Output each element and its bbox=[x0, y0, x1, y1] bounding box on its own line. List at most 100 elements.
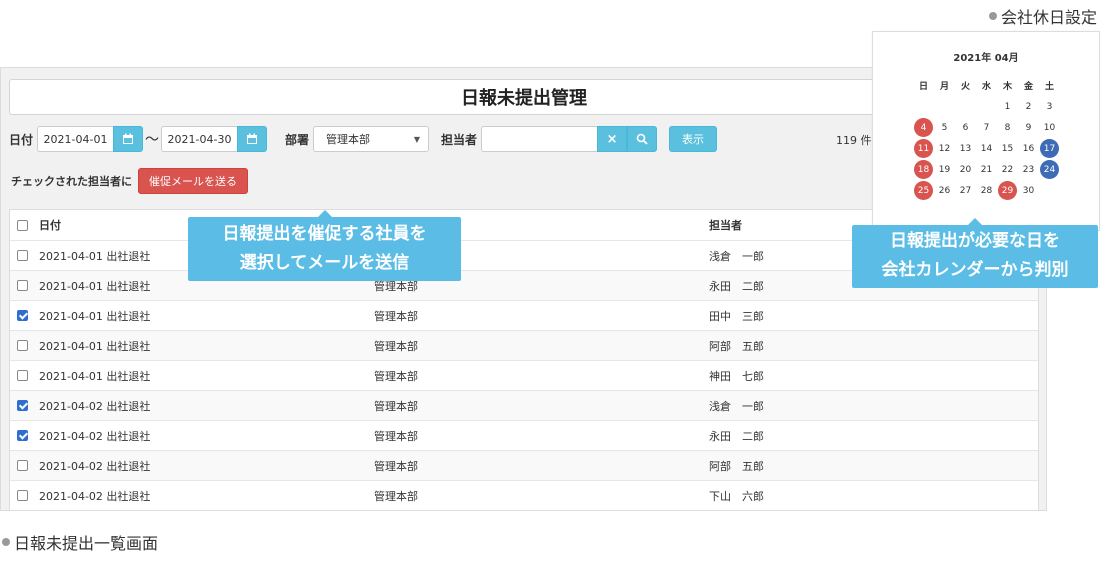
row-person: 永田 二郎 bbox=[709, 429, 764, 443]
row-dept: 管理本部 bbox=[374, 369, 418, 383]
search-button[interactable] bbox=[627, 126, 658, 152]
select-callout-line1: 日報提出を催促する社員を bbox=[222, 224, 427, 244]
calendar-day[interactable]: 25 bbox=[914, 181, 933, 200]
show-button[interactable]: 表示 bbox=[669, 126, 718, 152]
calendar-day[interactable]: 17 bbox=[1040, 139, 1059, 158]
calendar-day bbox=[934, 96, 955, 117]
calendar-day[interactable]: 18 bbox=[914, 160, 933, 179]
header-person: 担当者 bbox=[709, 219, 742, 232]
table-row[interactable]: 2021-04-02 出社退社 管理本部 永田 二郎 bbox=[10, 420, 1038, 450]
calendar-day[interactable]: 6 bbox=[955, 117, 976, 138]
calendar-day[interactable]: 5 bbox=[934, 117, 955, 138]
calendar-day[interactable]: 14 bbox=[976, 138, 997, 159]
calendar-day[interactable]: 8 bbox=[997, 117, 1018, 138]
date-to-calendar-button[interactable] bbox=[237, 126, 268, 152]
table-row[interactable]: 2021-04-02 出社退社 管理本部 阿部 五郎 bbox=[10, 450, 1038, 480]
row-person: 神田 七郎 bbox=[709, 369, 764, 383]
row-checkbox[interactable] bbox=[17, 400, 28, 411]
row-date: 2021-04-02 出社退社 bbox=[39, 459, 151, 473]
select-callout: 日報提出を催促する社員を 選択してメールを送信 bbox=[188, 210, 461, 281]
calendar-day[interactable]: 19 bbox=[934, 159, 955, 180]
calendar-day[interactable]: 30 bbox=[1018, 180, 1039, 201]
checked-persons-label: チェックされた担当者に bbox=[11, 175, 132, 188]
table-row[interactable]: 2021-04-01 出社退社 管理本部 神田 七郎 bbox=[10, 360, 1038, 390]
table-row[interactable]: 2021-04-01 出社退社 管理本部 田中 三郎 bbox=[10, 300, 1038, 330]
dept-select-value: 管理本部 bbox=[326, 133, 371, 146]
calendar-day[interactable]: 20 bbox=[955, 159, 976, 180]
calendar-day[interactable]: 12 bbox=[934, 138, 955, 159]
calendar-day[interactable]: 4 bbox=[914, 118, 933, 137]
row-checkbox[interactable] bbox=[17, 490, 28, 501]
calendar-grid: 日月火水木金土 1 2 3 4 5 6 7 8 9 10 11 12 13 14 15 16 17 18 19 20 21… bbox=[913, 75, 1060, 201]
calendar-icon bbox=[123, 133, 134, 144]
range-tilde: 〜 bbox=[145, 132, 160, 148]
search-icon bbox=[636, 133, 648, 145]
row-checkbox[interactable] bbox=[17, 250, 28, 261]
calendar-day[interactable]: 26 bbox=[934, 180, 955, 201]
calendar-title: 2021年 04月 bbox=[953, 53, 1019, 64]
row-checkbox[interactable] bbox=[17, 280, 28, 291]
row-checkbox[interactable] bbox=[17, 370, 28, 381]
calendar-day bbox=[913, 96, 934, 117]
calendar-day[interactable]: 10 bbox=[1039, 117, 1060, 138]
bullet-dot-icon bbox=[988, 12, 997, 20]
calendar-callout: 日報提出が必要な日を 会社カレンダーから判別 bbox=[852, 218, 1098, 288]
calendar-day[interactable]: 27 bbox=[955, 180, 976, 201]
row-checkbox[interactable] bbox=[17, 460, 28, 471]
calendar-day[interactable]: 9 bbox=[1018, 117, 1039, 138]
calendar-callout-line1: 日報提出が必要な日を bbox=[890, 231, 1060, 251]
row-person: 浅倉 一郎 bbox=[709, 249, 764, 263]
table-row[interactable]: 2021-04-01 出社退社 管理本部 阿部 五郎 bbox=[10, 330, 1038, 360]
row-person: 阿部 五郎 bbox=[709, 459, 764, 473]
row-dept: 管理本部 bbox=[374, 429, 418, 443]
weekday-label: 日 bbox=[918, 82, 928, 92]
calendar-day[interactable]: 29 bbox=[998, 181, 1017, 200]
table-row[interactable]: 2021-04-02 出社退社 管理本部 下山 六郎 bbox=[10, 480, 1038, 510]
calendar-day[interactable]: 15 bbox=[997, 138, 1018, 159]
action-row: チェックされた担当者に 催促メールを送る bbox=[11, 168, 248, 194]
row-date: 2021-04-01 出社退社 bbox=[39, 369, 151, 383]
row-date: 2021-04-02 出社退社 bbox=[39, 399, 151, 413]
date-from-calendar-button[interactable] bbox=[113, 126, 144, 152]
date-from-input[interactable]: 2021-04-01 bbox=[37, 126, 114, 152]
calendar-day[interactable]: 24 bbox=[1040, 160, 1059, 179]
row-checkbox[interactable] bbox=[17, 310, 28, 321]
calendar-day[interactable]: 21 bbox=[976, 159, 997, 180]
row-dept: 管理本部 bbox=[374, 309, 418, 323]
calendar-day[interactable]: 7 bbox=[976, 117, 997, 138]
select-all-checkbox[interactable] bbox=[17, 219, 28, 231]
person-search-input[interactable] bbox=[481, 126, 598, 152]
calendar-day[interactable]: 3 bbox=[1039, 96, 1060, 117]
row-checkbox[interactable] bbox=[17, 340, 28, 351]
row-checkbox[interactable] bbox=[17, 430, 28, 441]
calendar-day[interactable]: 1 bbox=[997, 96, 1018, 117]
person-label: 担当者 bbox=[441, 132, 478, 147]
row-person: 永田 二郎 bbox=[709, 279, 764, 293]
calendar-day[interactable]: 16 bbox=[1018, 138, 1039, 159]
row-person: 田中 三郎 bbox=[709, 309, 764, 323]
list-caption-text: 日報未提出一覧画面 bbox=[14, 534, 159, 553]
weekday-label: 金 bbox=[1023, 82, 1033, 92]
calendar-day[interactable]: 2 bbox=[1018, 96, 1039, 117]
row-date: 2021-04-01 出社退社 bbox=[39, 249, 151, 263]
calendar-day bbox=[976, 96, 997, 117]
calendar-day[interactable]: 23 bbox=[1018, 159, 1039, 180]
calendar-day[interactable]: 22 bbox=[997, 159, 1018, 180]
calendar-day[interactable]: 13 bbox=[955, 138, 976, 159]
dept-select[interactable]: 管理本部 ▼ bbox=[313, 126, 430, 152]
calendar-caption-text: 会社休日設定 bbox=[1000, 8, 1097, 27]
row-date: 2021-04-02 出社退社 bbox=[39, 429, 151, 443]
calendar-day[interactable]: 28 bbox=[976, 180, 997, 201]
row-dept: 管理本部 bbox=[374, 489, 418, 503]
send-reminder-button[interactable]: 催促メールを送る bbox=[138, 168, 248, 194]
clear-button[interactable]: × bbox=[597, 126, 628, 152]
row-date: 2021-04-01 出社退社 bbox=[39, 309, 151, 323]
row-date: 2021-04-01 出社退社 bbox=[39, 339, 151, 353]
calendar-icon bbox=[247, 133, 258, 144]
date-to-input[interactable]: 2021-04-30 bbox=[161, 126, 238, 152]
calendar-day[interactable]: 11 bbox=[914, 139, 933, 158]
row-person: 浅倉 一郎 bbox=[709, 399, 764, 413]
row-dept: 管理本部 bbox=[374, 399, 418, 413]
table-row[interactable]: 2021-04-02 出社退社 管理本部 浅倉 一郎 bbox=[10, 390, 1038, 420]
calendar-caption: 会社休日設定 bbox=[988, 4, 1097, 28]
